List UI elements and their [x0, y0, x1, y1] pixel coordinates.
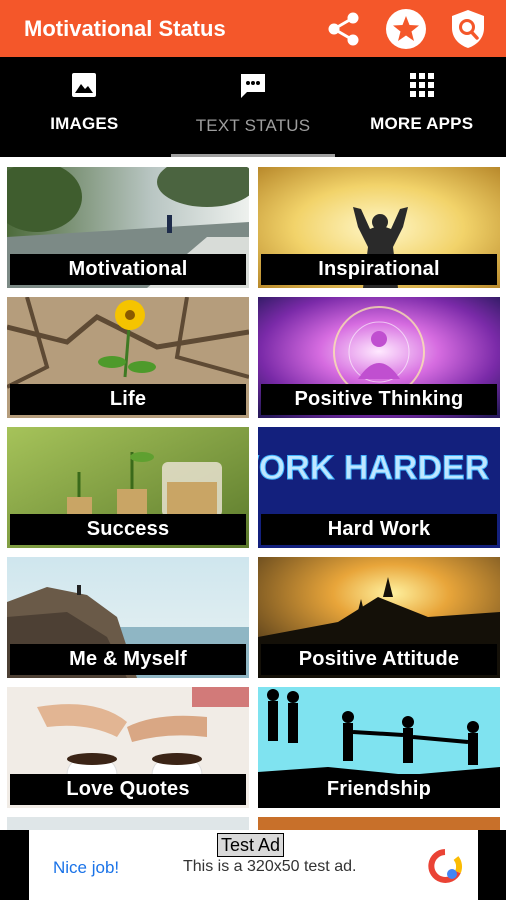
- category-label: Love Quotes: [10, 774, 246, 805]
- shield-search-icon: [452, 9, 484, 48]
- category-card-love-quotes[interactable]: Love Quotes: [7, 687, 249, 808]
- category-label: Positive Attitude: [261, 644, 497, 675]
- category-card-positive-attitude[interactable]: Positive Attitude: [258, 557, 500, 678]
- category-card-me-myself[interactable]: Me & Myself: [7, 557, 249, 678]
- category-label: Hard Work: [261, 514, 497, 545]
- category-card-partial[interactable]: [258, 817, 500, 830]
- category-grid: Motivational Inspirational Life Positive…: [0, 157, 506, 830]
- ad-badge: Test Ad: [217, 833, 285, 857]
- ad-logo-icon: [428, 849, 463, 883]
- tab-more-apps-label: MORE APPS: [370, 114, 474, 133]
- image-icon: [72, 73, 97, 97]
- category-card-partial[interactable]: [7, 817, 249, 830]
- tab-more-apps[interactable]: MORE APPS: [337, 57, 506, 157]
- category-card-friendship[interactable]: Friendship: [258, 687, 500, 808]
- star-badge-icon: [386, 8, 426, 49]
- share-button[interactable]: [322, 7, 366, 51]
- tab-bar: IMAGES TEXT STATUS MORE APPS: [0, 57, 506, 157]
- category-card-positive-thinking[interactable]: Positive Thinking: [258, 297, 500, 418]
- category-card-inspirational[interactable]: Inspirational: [258, 167, 500, 288]
- category-card-life[interactable]: Life: [7, 297, 249, 418]
- rate-button[interactable]: [384, 7, 428, 51]
- category-card-motivational[interactable]: Motivational: [7, 167, 249, 288]
- work-harder-text: WORK HARDER: [258, 449, 489, 487]
- tab-text-status-label: TEXT STATUS: [195, 116, 311, 135]
- category-label: Motivational: [10, 254, 246, 285]
- category-label: Me & Myself: [10, 644, 246, 675]
- tab-images-label: IMAGES: [50, 114, 119, 133]
- chat-icon: [241, 74, 265, 98]
- app-title: Motivational Status: [24, 15, 226, 41]
- ad-nice-job[interactable]: Nice job!: [53, 858, 119, 878]
- category-label: Positive Thinking: [261, 384, 497, 415]
- ad-text: This is a 320x50 test ad.: [183, 858, 357, 875]
- privacy-button[interactable]: [446, 7, 490, 51]
- category-label: Friendship: [261, 774, 497, 805]
- tab-images[interactable]: IMAGES: [0, 57, 169, 157]
- category-label: Inspirational: [261, 254, 497, 285]
- category-label: Life: [10, 384, 246, 415]
- category-card-hard-work[interactable]: WORK HARDER Hard Work: [258, 427, 500, 548]
- share-icon: [328, 12, 359, 45]
- app-bar: Motivational Status: [0, 0, 506, 57]
- tab-text-status[interactable]: TEXT STATUS: [169, 57, 338, 157]
- category-label: Success: [10, 514, 246, 545]
- category-card-success[interactable]: Success: [7, 427, 249, 548]
- apps-grid-icon: [409, 73, 434, 97]
